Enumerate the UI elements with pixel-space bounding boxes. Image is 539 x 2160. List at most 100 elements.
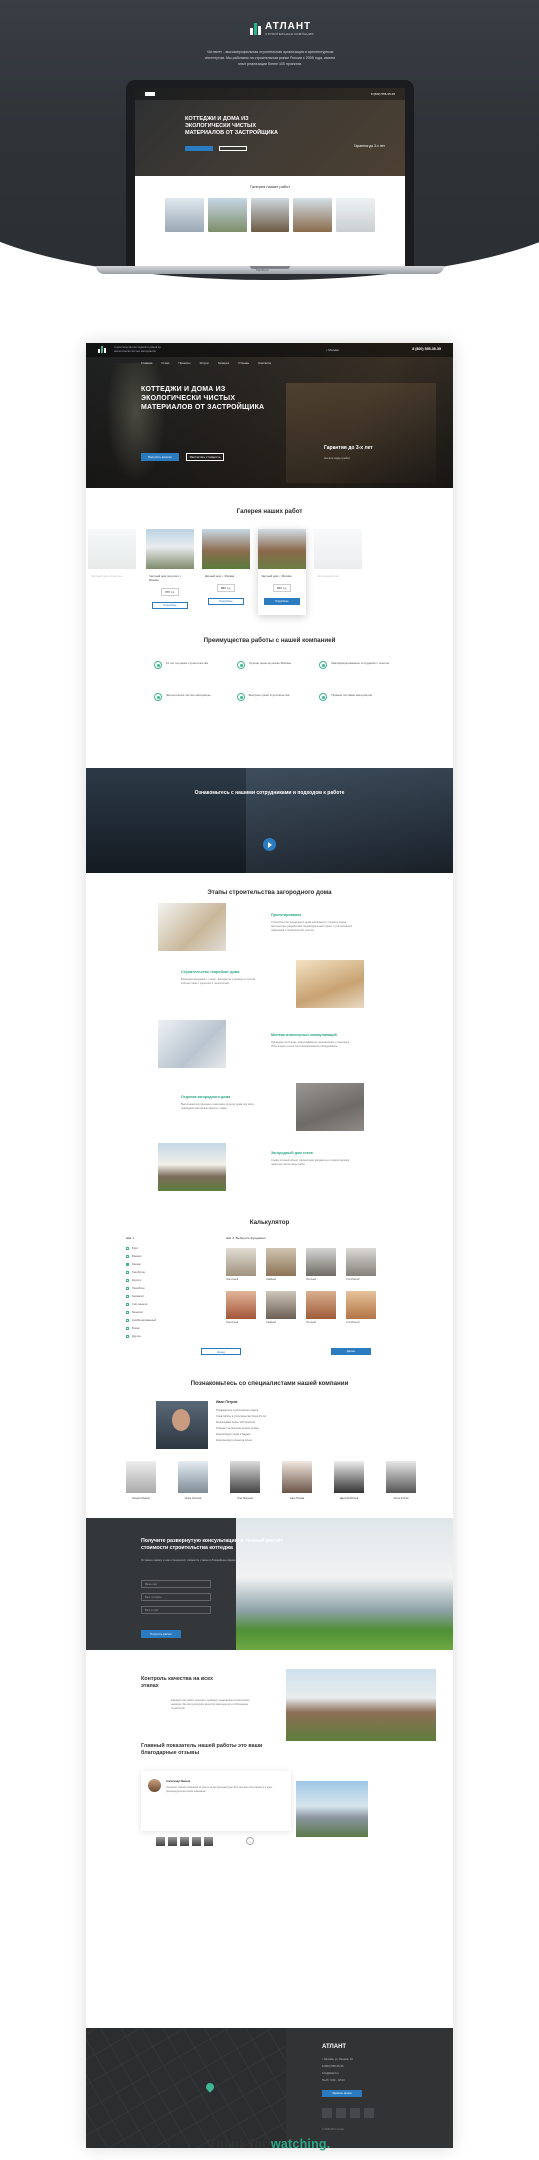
advantage-item: Прямые поставки материалов (319, 693, 394, 701)
foundation-swatch[interactable]: Плитный (306, 1248, 336, 1281)
foundation-swatch[interactable]: Столбчатый (346, 1248, 376, 1281)
foundation-swatch[interactable]: Ленточный (226, 1291, 256, 1324)
brand-name: АТЛАНТ (265, 21, 312, 32)
stage-image (158, 1143, 226, 1191)
menu-item[interactable]: Контакты (258, 361, 271, 365)
quality-text: Каждый этап работ проходит проверку инже… (171, 1699, 250, 1710)
calc-option[interactable]: Газобетон (126, 1270, 145, 1274)
foundation-swatch[interactable]: Плитный (306, 1291, 336, 1324)
gallery-card[interactable]: Частный дом под ключ, г. Москва 765 т.р.… (146, 529, 194, 615)
laptop-screen: 8 (800) 555-35-35 КОТТЕДЖИ И ДОМА ИЗ ЭКО… (135, 88, 405, 266)
team-member[interactable]: Дмитрий Волков (334, 1461, 364, 1500)
stage-text: Строительство загородного дома начинаетс… (271, 921, 353, 932)
calc-option[interactable]: Другое (126, 1334, 141, 1338)
social-links (322, 2108, 374, 2118)
quality-image (286, 1669, 436, 1741)
stage-image (158, 903, 226, 951)
calc-option[interactable]: Керамзит (126, 1294, 144, 1298)
advantage-item: Экологически чистые материалы (154, 693, 229, 701)
phone-field[interactable]: Ваш телефон (141, 1593, 211, 1601)
review-house-image (296, 1781, 368, 1837)
calc-back-button[interactable]: Назад (201, 1348, 241, 1355)
gallery-card[interactable]: Дачный дом, г. Москва 890 т.р. Подробнее (202, 529, 250, 615)
laptop-screen-guarantee: Гарантия до 3-х лет (353, 144, 385, 148)
team-member[interactable]: Игорь Соколов (178, 1461, 208, 1500)
stage-text: Выполняем внутреннюю и внешнюю отделку д… (181, 1103, 255, 1110)
calc-option[interactable]: Сип-панели (126, 1302, 147, 1306)
calc-option[interactable]: Брус (126, 1246, 138, 1250)
footer-contact[interactable]: 8 (800) 555-35-35 (322, 2065, 344, 2068)
calc-option[interactable]: Бревно (126, 1254, 142, 1258)
thanks-text: Thank for watching. (0, 2137, 539, 2151)
next-arrow-icon[interactable]: › (246, 1837, 254, 1845)
foundation-swatch[interactable]: Свайный (266, 1248, 296, 1281)
reviewer-avatar (148, 1779, 161, 1792)
advantage-item: Квалифицированные сотрудники с опытом (319, 661, 394, 669)
lead-name: Иван Петров (216, 1400, 238, 1404)
presentation-hero: АТЛАНТ СТРОИТЕЛЬНАЯ КОМПАНИЯ «Атлант» - … (0, 0, 539, 330)
details-button[interactable]: Подробнее (152, 602, 188, 609)
cta-subtitle: Оставьте заявку и наш специалист свяжетс… (141, 1558, 236, 1562)
menu-item[interactable]: Отзывы (238, 361, 249, 365)
team-member[interactable]: Анна Попова (282, 1461, 312, 1500)
name-field[interactable]: Ваше имя (141, 1580, 211, 1588)
vk-icon[interactable] (322, 2108, 332, 2118)
team-member[interactable]: Михаил Иванов (126, 1461, 156, 1500)
foundation-swatch[interactable]: Столбчатый (346, 1291, 376, 1324)
site-phone[interactable]: 8 (800) 555-35-35 (412, 347, 441, 351)
menu-item[interactable]: О нас (161, 361, 169, 365)
play-icon[interactable] (263, 838, 276, 851)
email-field[interactable]: Ваш e-mail (141, 1606, 211, 1614)
details-button[interactable]: Подробнее (264, 598, 300, 605)
calculate-button[interactable]: Рассчитать стоимость (186, 453, 224, 461)
menu-item[interactable]: Услуги (199, 361, 208, 365)
footer-contact: Пн-Пт 9:00 - 18:00 (322, 2079, 345, 2082)
gallery-card[interactable]: Частный дом «Классик» (88, 529, 136, 615)
footer-contact[interactable]: info@atlant.ru (322, 2072, 339, 2075)
details-button[interactable]: Подробнее (208, 598, 244, 605)
calculator-step2: Шаг 2. Выберите фундамент (226, 1236, 267, 1240)
facebook-icon[interactable] (336, 2108, 346, 2118)
quality-title: Контроль качества на всех этапах (141, 1676, 214, 1690)
calc-option[interactable]: Монолит (126, 1310, 143, 1314)
team-member[interactable]: Олег Морозов (230, 1461, 260, 1500)
team-member[interactable]: Антон Козлов (386, 1461, 416, 1500)
foundation-swatch[interactable]: Свайный (266, 1291, 296, 1324)
site-city[interactable]: г. Москва (326, 348, 339, 352)
calc-next-button[interactable]: Далее (331, 1348, 371, 1355)
lead-line: Реализовано более 120 проектов (216, 1421, 255, 1424)
calculator-title: Калькулятор (249, 1219, 290, 1226)
calculator-step1: Шаг 1 (126, 1236, 135, 1240)
calc-option[interactable]: Комбинированный (126, 1318, 156, 1322)
menu-item[interactable]: Галерея (218, 361, 230, 365)
lead-photo (156, 1401, 208, 1449)
instagram-icon[interactable] (364, 2108, 374, 2118)
cta-submit-button[interactable]: Получить расчёт (141, 1630, 181, 1638)
eco-icon (154, 693, 162, 701)
catalog-button[interactable]: Получить каталог (141, 453, 179, 461)
thanks-accent: watching. (270, 2137, 331, 2151)
foundation-swatch[interactable]: Ленточный (226, 1248, 256, 1281)
calc-option[interactable]: Пеноблок (126, 1286, 145, 1290)
price-tag: 890 т.р. (217, 584, 235, 592)
hero-logo: АТЛАНТ СТРОИТЕЛЬНАЯ КОМПАНИЯ (250, 22, 314, 36)
gallery-card-featured[interactable]: Частный дом, г. Москва 820 т.р. Подробне… (258, 529, 306, 615)
gallery-card[interactable]: Загородный дом (314, 529, 362, 615)
lead-line: Отвечает за качество на всех этапах (216, 1427, 259, 1430)
truck-icon (319, 693, 328, 701)
stage-text: Возводим фундамент, стены, перекрытия и … (181, 978, 256, 985)
site-topbar: Строительство коттеджей и домов из эколо… (86, 343, 453, 357)
calc-option[interactable]: Блоки (126, 1326, 140, 1330)
reviewer-thumbs[interactable] (156, 1837, 213, 1846)
calc-option[interactable]: Кирпич (126, 1278, 141, 1282)
twitter-icon[interactable] (350, 2108, 360, 2118)
website-full-page: Строительство коттеджей и домов из эколо… (86, 343, 453, 2148)
menu-item[interactable]: Главная (141, 361, 152, 365)
footer-map[interactable] (86, 2028, 286, 2148)
laptop-screen-phone: 8 (800) 555-35-35 (370, 92, 395, 96)
callback-button[interactable]: Заказать звонок (322, 2090, 362, 2097)
site-tagline: Строительство коттеджей и домов из эколо… (114, 346, 161, 353)
site-logo-icon[interactable] (98, 346, 106, 353)
menu-item[interactable]: Проекты (178, 361, 190, 365)
calc-option[interactable]: Каркас (126, 1262, 141, 1266)
